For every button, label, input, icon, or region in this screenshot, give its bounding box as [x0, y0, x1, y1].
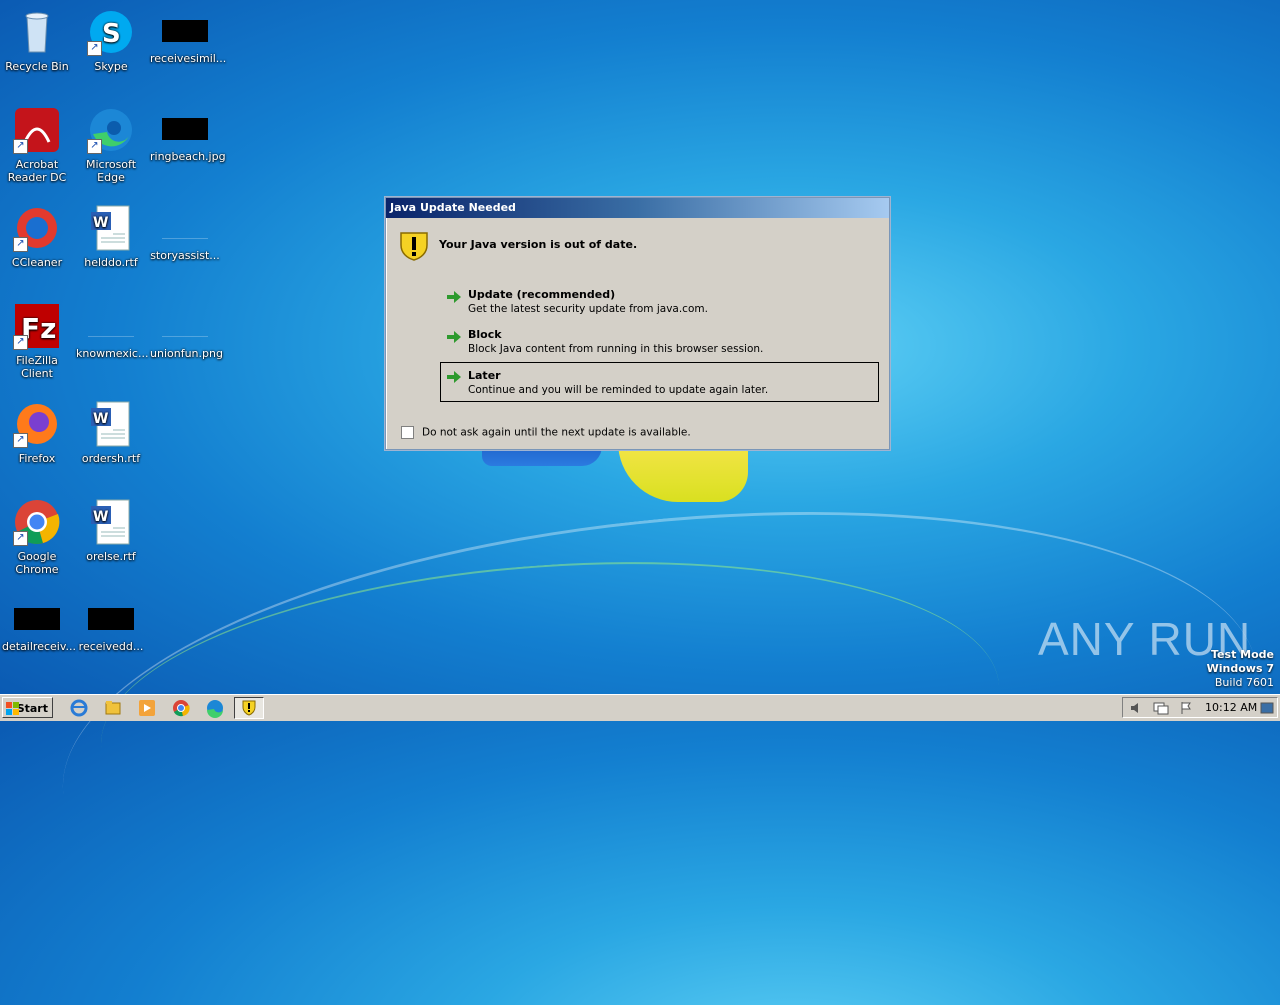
word-document-icon: W: [87, 498, 135, 546]
desktop-icon-helddo[interactable]: W helddo.rtf: [74, 198, 148, 269]
desktop-icon-unionfun[interactable]: unionfun.png: [148, 296, 223, 360]
desktop-icon-receivesimil[interactable]: receivesimil...: [148, 2, 226, 65]
dont-ask-checkbox[interactable]: [401, 426, 414, 439]
media-player-icon[interactable]: [134, 697, 160, 719]
block-option[interactable]: Block Block Java content from running in…: [441, 328, 878, 358]
desktop-icon-skype[interactable]: S ↗ Skype: [74, 2, 148, 73]
later-option-desc: Continue and you will be reminded to upd…: [468, 384, 769, 396]
chrome-icon: ↗: [13, 498, 61, 546]
word-document-icon: W: [87, 400, 135, 448]
explorer-icon[interactable]: [100, 697, 126, 719]
svg-text:W: W: [93, 411, 108, 427]
shortcut-arrow-icon: ↗: [13, 335, 28, 350]
desktop-icon-edge[interactable]: ↗ Microsoft Edge: [74, 100, 148, 184]
desktop-icon-ringbeach[interactable]: ringbeach.jpg: [148, 100, 226, 163]
desktop-icon-storyassist[interactable]: storyassist...: [148, 198, 222, 262]
build-label: Build 7601: [1214, 676, 1274, 689]
shortcut-arrow-icon: ↗: [87, 139, 102, 154]
update-option-title: Update (recommended): [468, 288, 616, 301]
later-option-title: Later: [468, 369, 501, 382]
edge-icon[interactable]: [202, 697, 228, 719]
desktop-icon-acrobat[interactable]: ↗ Acrobat Reader DC: [0, 100, 74, 184]
chrome-icon[interactable]: [168, 697, 194, 719]
java-update-dialog: Java Update Needed Your Java version is …: [385, 197, 890, 450]
filezilla-icon: Fz ↗: [13, 302, 61, 350]
desktop-icon-knowmexic[interactable]: knowmexic...: [74, 296, 148, 360]
shortcut-arrow-icon: ↗: [13, 433, 28, 448]
windows-flag-icon: [6, 702, 19, 715]
desktop-icon-ordersh[interactable]: W ordersh.rtf: [74, 394, 148, 465]
file-icon: [162, 314, 208, 337]
system-tray: 10:12 AM: [1122, 697, 1278, 718]
start-label: Start: [16, 702, 48, 715]
action-center-flag-icon[interactable]: [1179, 701, 1193, 715]
image-thumbnail-icon: [88, 608, 134, 630]
desktop-icon-recycle-bin[interactable]: Recycle Bin: [0, 2, 74, 73]
dialog-title[interactable]: Java Update Needed: [386, 198, 889, 218]
svg-text:W: W: [93, 509, 108, 525]
image-thumbnail-icon: [14, 608, 60, 630]
taskbar: Start 10:12 AM: [0, 694, 1280, 721]
word-document-icon: W: [87, 204, 135, 252]
warning-icon: [398, 229, 430, 261]
shortcut-arrow-icon: ↗: [13, 531, 28, 546]
file-icon: [88, 314, 134, 337]
shortcut-arrow-icon: ↗: [13, 139, 28, 154]
desktop-icon-filezilla[interactable]: Fz ↗ FileZilla Client: [0, 296, 74, 380]
desktop-icon-orelse[interactable]: W orelse.rtf: [74, 492, 148, 563]
green-arrow-icon: [447, 371, 461, 383]
ccleaner-icon: ↗: [13, 204, 61, 252]
later-option[interactable]: Later Continue and you will be reminded …: [440, 362, 879, 402]
block-option-title: Block: [468, 328, 502, 341]
desktop-icon-chrome[interactable]: ↗ Google Chrome: [0, 492, 74, 576]
image-thumbnail-icon: [162, 118, 208, 140]
dont-ask-label: Do not ask again until the next update i…: [422, 426, 691, 439]
volume-icon[interactable]: [1129, 701, 1143, 715]
edge-icon: ↗: [87, 106, 135, 154]
update-option-desc: Get the latest security update from java…: [468, 303, 708, 315]
update-option[interactable]: Update (recommended) Get the latest secu…: [441, 288, 878, 318]
desktop-icon-receivedd[interactable]: receivedd...: [74, 590, 148, 653]
desktop-icon-detailreceiv[interactable]: detailreceiv...: [0, 590, 76, 653]
firefox-icon: ↗: [13, 400, 61, 448]
os-label: Windows 7: [1206, 662, 1274, 675]
test-mode-label: Test Mode: [1211, 648, 1274, 661]
show-desktop-icon[interactable]: [1260, 701, 1274, 715]
svg-text:S: S: [102, 19, 121, 49]
shortcut-arrow-icon: ↗: [87, 41, 102, 56]
network-icon[interactable]: [1153, 701, 1169, 715]
system-info: Test Mode Windows 7 Build 7601: [1207, 648, 1274, 690]
green-arrow-icon: [447, 331, 461, 343]
block-option-desc: Block Java content from running in this …: [468, 343, 764, 355]
java-warning-icon[interactable]: [234, 697, 264, 719]
desktop-icon-firefox[interactable]: ↗ Firefox: [0, 394, 74, 465]
dont-ask-row[interactable]: Do not ask again until the next update i…: [401, 426, 691, 439]
dialog-heading: Your Java version is out of date.: [439, 238, 638, 251]
shortcut-arrow-icon: ↗: [13, 237, 28, 252]
file-icon: [162, 216, 208, 239]
image-thumbnail-icon: [162, 20, 208, 42]
skype-icon: S ↗: [87, 8, 135, 56]
desktop-icon-ccleaner[interactable]: ↗ CCleaner: [0, 198, 74, 269]
acrobat-icon: ↗: [13, 106, 61, 154]
svg-text:W: W: [93, 215, 108, 231]
start-button[interactable]: Start: [2, 697, 53, 718]
ie-icon[interactable]: [66, 697, 92, 719]
clock[interactable]: 10:12 AM: [1205, 701, 1257, 714]
recycle-bin-icon: [13, 8, 61, 56]
green-arrow-icon: [447, 291, 461, 303]
